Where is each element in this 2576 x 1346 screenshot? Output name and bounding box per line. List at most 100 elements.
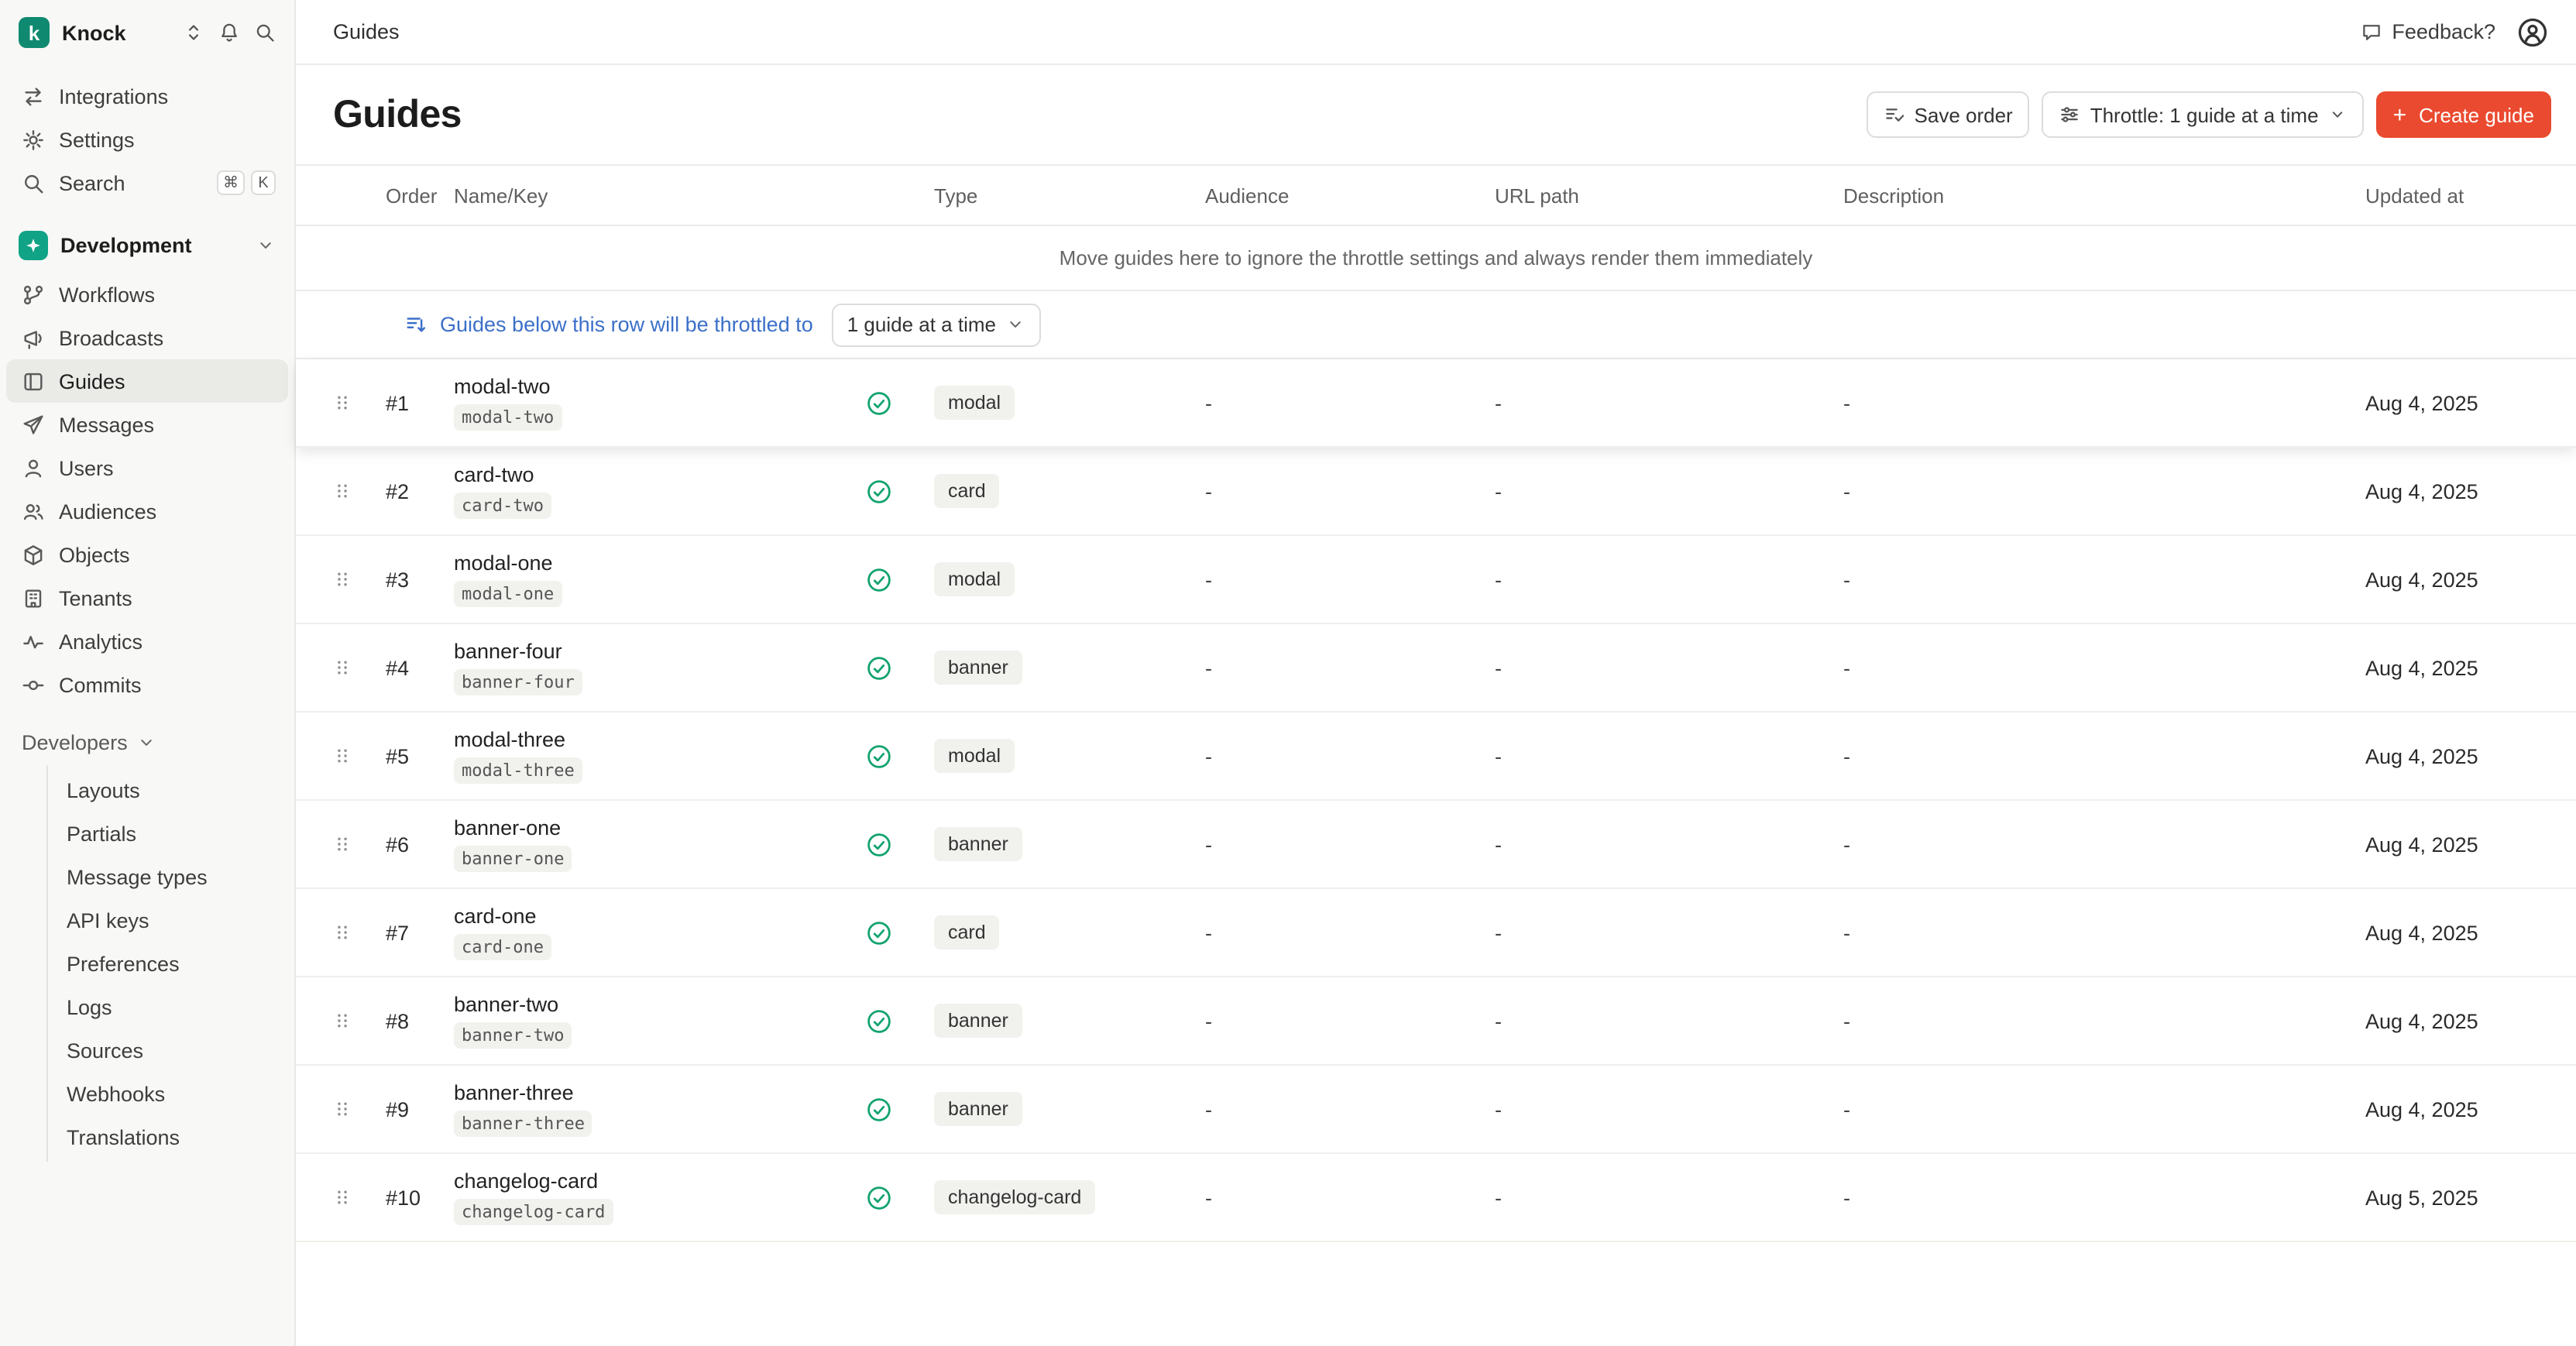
chevron-down-icon [2328, 105, 2347, 124]
content: Guides Save order Throttle: 1 guide at a… [296, 65, 2576, 1242]
guide-row[interactable]: #2 card-two card-two card - - - Aug 4, 2… [296, 448, 2576, 536]
save-order-button[interactable]: Save order [1867, 91, 2030, 138]
sidebar-item-label: Webhooks [67, 1082, 165, 1105]
sidebar-item-logs[interactable]: Logs [48, 985, 294, 1028]
guide-row[interactable]: #4 banner-four banner-four banner - - - … [296, 624, 2576, 712]
sidebar-item-webhooks[interactable]: Webhooks [48, 1072, 294, 1115]
guide-name-cell: card-two card-two [454, 462, 866, 519]
guide-name: card-two [454, 462, 866, 486]
guide-name-cell: modal-three modal-three [454, 727, 866, 784]
sidebar: k Knock Integrations Settings Search [0, 0, 296, 1346]
drag-handle-icon[interactable] [333, 832, 352, 857]
chevron-down-icon [1005, 314, 1025, 335]
sidebar-item-search[interactable]: Search ⌘ K [0, 161, 294, 204]
feedback-button[interactable]: Feedback? [2361, 20, 2495, 43]
guide-active-check-icon [866, 1008, 892, 1034]
environment-switcher[interactable]: Development [0, 220, 294, 270]
guide-type-badge: card [934, 915, 1000, 949]
drag-handle-icon[interactable] [333, 1008, 352, 1033]
commits-icon [22, 673, 45, 696]
sidebar-item-message-types[interactable]: Message types [48, 855, 294, 898]
guide-row[interactable]: #3 modal-one modal-one modal - - - Aug 4… [296, 536, 2576, 624]
sidebar-item-settings[interactable]: Settings [0, 118, 294, 161]
guide-row[interactable]: #10 changelog-card changelog-card change… [296, 1154, 2576, 1242]
workspace-switcher[interactable]: k Knock [0, 0, 294, 65]
sidebar-item-objects[interactable]: Objects [6, 533, 288, 576]
sidebar-item-translations[interactable]: Translations [48, 1115, 294, 1159]
guide-description: - [1843, 1097, 2365, 1121]
shortcut-key-cmd: ⌘ [217, 170, 245, 195]
search-icon[interactable] [254, 22, 276, 43]
sidebar-item-layouts[interactable]: Layouts [48, 768, 294, 812]
drag-handle-icon[interactable] [333, 479, 352, 503]
guide-url-path: - [1495, 568, 1843, 591]
throttle-value-label: 1 guide at a time [847, 313, 996, 336]
guide-row[interactable]: #5 modal-three modal-three modal - - - A… [296, 712, 2576, 801]
guide-row[interactable]: #7 card-one card-one card - - - Aug 4, 2… [296, 889, 2576, 977]
save-order-label: Save order [1915, 103, 2013, 126]
no-throttle-dropzone[interactable]: Move guides here to ignore the throttle … [296, 226, 2576, 291]
column-header-url-path: URL path [1495, 184, 1843, 207]
sidebar-item-label: Guides [59, 369, 125, 393]
sidebar-item-integrations[interactable]: Integrations [0, 74, 294, 118]
sidebar-item-tenants[interactable]: Tenants [6, 576, 288, 620]
create-guide-button[interactable]: + Create guide [2376, 91, 2551, 138]
guide-url-path: - [1495, 1097, 1843, 1121]
drag-handle-icon[interactable] [333, 743, 352, 768]
guide-updated-at: Aug 4, 2025 [2365, 568, 2551, 591]
throttle-divider-text: Guides below this row will be throttled … [440, 313, 813, 336]
guide-type-badge: banner [934, 1004, 1022, 1038]
sidebar-item-broadcasts[interactable]: Broadcasts [6, 316, 288, 359]
workspace-expand-icon[interactable] [183, 22, 204, 43]
sidebar-item-label: Integrations [59, 84, 168, 108]
page-head: Guides Save order Throttle: 1 guide at a… [296, 65, 2576, 164]
chevron-down-icon [256, 235, 276, 255]
drag-handle-icon[interactable] [333, 567, 352, 592]
sidebar-item-api-keys[interactable]: API keys [48, 898, 294, 942]
guide-name-cell: banner-three banner-three [454, 1080, 866, 1137]
guide-name: modal-one [454, 551, 866, 575]
guide-audience: - [1205, 479, 1495, 503]
throttle-value-dropdown[interactable]: 1 guide at a time [832, 303, 1041, 346]
app-window: k Knock Integrations Settings Search [0, 0, 2576, 1346]
sidebar-item-audiences[interactable]: Audiences [6, 489, 288, 533]
guides-icon [22, 369, 45, 393]
users-icon [22, 456, 45, 479]
guide-url-path: - [1495, 1009, 1843, 1032]
table-body: #1 modal-two modal-two modal - - - Aug 4… [296, 359, 2576, 1242]
guide-row[interactable]: #1 modal-two modal-two modal - - - Aug 4… [296, 359, 2576, 448]
sidebar-item-commits[interactable]: Commits [6, 663, 288, 706]
objects-icon [22, 543, 45, 566]
guide-name-cell: banner-four banner-four [454, 639, 866, 695]
dropzone-hint-text: Move guides here to ignore the throttle … [1060, 246, 1813, 270]
guide-name: modal-three [454, 727, 866, 751]
drag-handle-icon[interactable] [333, 1097, 352, 1121]
user-avatar-icon[interactable] [2517, 16, 2548, 47]
page-actions: Save order Throttle: 1 guide at a time +… [1867, 91, 2551, 138]
sidebar-item-partials[interactable]: Partials [48, 812, 294, 855]
broadcasts-icon [22, 326, 45, 349]
sidebar-item-sources[interactable]: Sources [48, 1028, 294, 1072]
sidebar-item-analytics[interactable]: Analytics [6, 620, 288, 663]
notifications-bell-icon[interactable] [218, 22, 240, 43]
sidebar-item-preferences[interactable]: Preferences [48, 942, 294, 985]
breadcrumb: Guides [333, 20, 400, 43]
drag-handle-icon[interactable] [333, 390, 352, 415]
guide-row[interactable]: #9 banner-three banner-three banner - - … [296, 1066, 2576, 1154]
drag-handle-icon[interactable] [333, 1185, 352, 1210]
sidebar-item-label: Logs [67, 995, 112, 1018]
guide-row[interactable]: #6 banner-one banner-one banner - - - Au… [296, 801, 2576, 889]
developers-section-toggle[interactable]: Developers [0, 719, 294, 765]
sidebar-item-messages[interactable]: Messages [6, 403, 288, 446]
sidebar-item-guides[interactable]: Guides [6, 359, 288, 403]
guide-description: - [1843, 391, 2365, 414]
guide-row[interactable]: #8 banner-two banner-two banner - - - Au… [296, 977, 2576, 1066]
drag-handle-icon[interactable] [333, 920, 352, 945]
guide-active-check-icon [866, 478, 892, 504]
drag-handle-icon[interactable] [333, 655, 352, 680]
guide-active-check-icon [866, 831, 892, 857]
plus-icon: + [2393, 103, 2407, 126]
sidebar-item-users[interactable]: Users [6, 446, 288, 489]
throttle-dropdown-button[interactable]: Throttle: 1 guide at a time [2042, 91, 2364, 138]
sidebar-item-workflows[interactable]: Workflows [6, 273, 288, 316]
